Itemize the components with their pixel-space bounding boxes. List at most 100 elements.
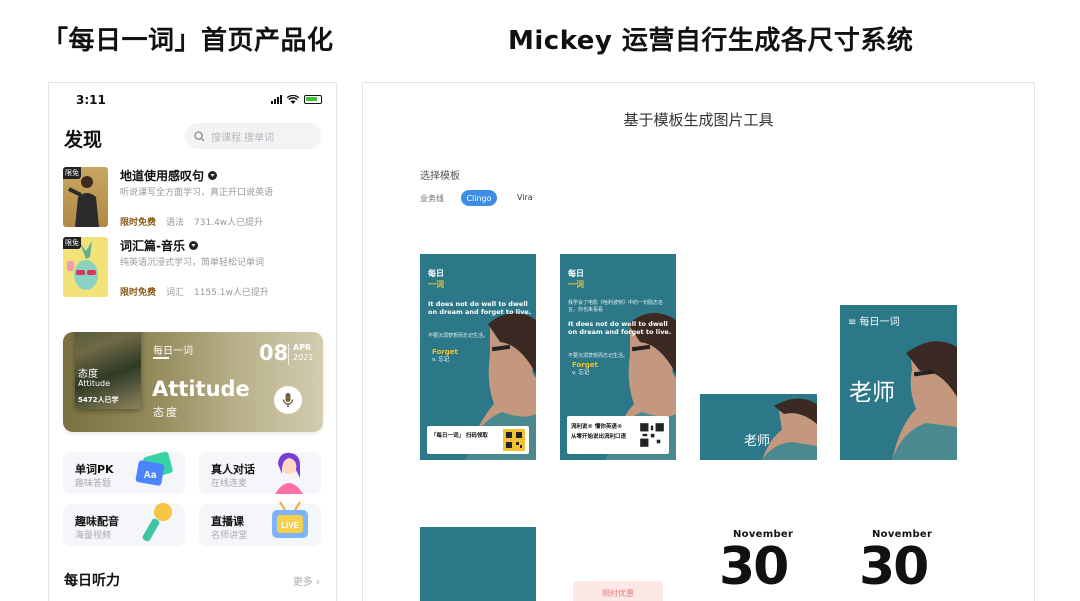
feature-live-class[interactable]: 直播课 名师讲堂 LIVE [199, 501, 321, 546]
search-input[interactable]: 搜课程 搜单词 [185, 123, 321, 149]
free-label: 限时免费 [120, 218, 157, 228]
feature-subtitle: 趣味答题 [75, 479, 112, 489]
date-day: 08 [259, 341, 289, 365]
poster-template-4[interactable]: ≡ 每日一词 老师 [840, 305, 957, 460]
vip-diamond-icon [188, 241, 198, 250]
image-generator-panel: 基于模板生成图片工具 选择模板 业务线 Clingo Vira 每日一词 It … [362, 82, 1035, 601]
section-title: 每日听力 [64, 573, 120, 589]
karaoke-mic-icon [142, 503, 172, 542]
word-pk-icon: Aa [135, 451, 173, 486]
poster-logo: 每日 一词 [568, 268, 584, 290]
feature-real-conversation[interactable]: 真人对话 在线连麦 [199, 452, 321, 494]
search-icon [194, 130, 205, 142]
vip-diamond-icon [208, 171, 218, 180]
course-item[interactable]: 限免 词汇篇-音乐 纯英语沉浸式学习，简单轻松记单词 限时免费 词汇 1155.1w… [63, 237, 325, 299]
poster-word: 老师 [849, 380, 895, 406]
logo-part-a: 每日 [568, 269, 584, 278]
course-item[interactable]: 限免 地道使用感叹句 听说课写全方面学习，真正开口说英语 限时免费 语法 731.4… [63, 167, 325, 229]
left-heading: 「每日一词」首页产品化 [42, 26, 334, 56]
phone-mockup: 3:11 发现 搜课程 搜单词 限免 地道使用感叹句 听说课写全方面学习，真正开… [48, 82, 337, 601]
course-desc: 听说课写全方面学习，真正开口说英语 [120, 188, 274, 198]
word-translation: 态度 [153, 406, 179, 419]
poster-template-1[interactable]: 每日一词 It does not do well to dwell on dre… [420, 254, 536, 460]
qr-code-icon [503, 429, 525, 451]
wifi-icon [287, 95, 299, 104]
feature-word-pk[interactable]: 单词PK 趣味答题 Aa [63, 451, 185, 494]
promo-badge: 限时优惠 [573, 581, 663, 601]
poster-template-2[interactable]: 每日一词 我学会了电影《哈利波特》中的一句励志名言，你也来看看 It does … [560, 254, 676, 460]
mic-button[interactable] [274, 386, 302, 414]
live-icon-text: LIVE [281, 521, 299, 530]
november-day-1: 30 [719, 537, 789, 597]
word-en: Forget [572, 361, 598, 369]
live-tv-icon: LIVE [272, 501, 308, 538]
word-cn: v. 忘记 [572, 369, 590, 376]
tool-title: 基于模板生成图片工具 [623, 111, 774, 129]
logo-part-a: 每日 [428, 269, 444, 278]
feature-title: 单词PK [75, 463, 114, 476]
learner-count: 1155.1w人已提升 [194, 288, 269, 298]
course-tag: 限免 [63, 237, 81, 249]
poster-quote: It does not do well to dwell on dream an… [568, 320, 672, 337]
search-placeholder: 搜课程 搜单词 [211, 132, 275, 144]
status-time: 3:11 [76, 93, 106, 107]
poster-template-3[interactable]: 老师 [700, 394, 817, 460]
status-bar: 3:11 [49, 91, 336, 111]
feature-dubbing[interactable]: 趣味配音 海量视频 [63, 503, 185, 546]
word-cn: v. 忘记 [432, 356, 450, 363]
qr-caption: 「每日一词」 扫码领取 [431, 433, 488, 439]
logo-part-b: 一词 [428, 280, 444, 289]
poster-quote-cn: 不要沉溺梦想而忘记生活。 [568, 353, 629, 359]
battery-icon [304, 95, 322, 104]
poster-logo: 每日 一词 [428, 268, 444, 290]
november-day-2: 30 [859, 537, 929, 597]
feature-subtitle: 在线连麦 [211, 479, 248, 489]
woman-photo-icon [762, 398, 817, 460]
option-clingo[interactable]: Clingo [461, 190, 497, 206]
feature-title: 直播课 [211, 515, 244, 528]
word-image-en: Attitude [78, 379, 111, 388]
learner-count: 731.4w人已提升 [194, 218, 264, 228]
word-image: 态度 Attitude 5472人已学 [75, 332, 141, 409]
biz-line-label: 业务线 [420, 194, 444, 203]
qr-code-icon [639, 422, 665, 448]
course-category: 词汇 [166, 288, 185, 298]
poster-template-5[interactable] [420, 527, 536, 601]
word-image-count: 5472人已学 [78, 396, 119, 404]
course-title: 地道使用感叹句 [120, 169, 205, 183]
qr-line-1: 流利说® 懂你英语® [571, 424, 623, 430]
option-vira[interactable]: Vira [517, 193, 533, 202]
poster-qr-box: 流利说® 懂你英语® 从零开始说出流利口语 [567, 416, 669, 454]
date-month: APR [293, 343, 312, 352]
course-tag: 限免 [63, 167, 81, 179]
feature-subtitle: 海量视频 [75, 531, 112, 541]
poster-quote: It does not do well to dwell on dream an… [428, 300, 532, 317]
poster-qr-box: 「每日一词」 扫码领取 [427, 426, 529, 454]
label-underline [153, 357, 169, 359]
course-thumbnail: 限免 [63, 237, 108, 297]
page-title: 发现 [64, 129, 103, 151]
feature-subtitle: 名师讲堂 [211, 531, 248, 541]
date-divider [288, 344, 289, 365]
microphone-icon [282, 393, 294, 407]
course-thumbnail: 限免 [63, 167, 108, 227]
free-label: 限时免费 [120, 288, 157, 298]
word-text: Attitude [152, 377, 250, 401]
daily-word-card[interactable]: 态度 Attitude 5472人已学 每日一词 Attitude 态度 08 … [63, 332, 323, 432]
logo-part-b: 一词 [568, 280, 584, 289]
template-label: 选择模板 [420, 171, 460, 182]
word-en: Forget [432, 348, 458, 356]
word-card-label: 每日一词 [153, 346, 193, 357]
signal-icon [271, 95, 282, 104]
word-image-cn: 态度 [78, 369, 98, 380]
poster-word: 老师 [744, 434, 771, 449]
feature-title: 趣味配音 [75, 515, 119, 528]
poster-label: ≡ 每日一词 [848, 317, 900, 328]
poster-quote-cn: 不要沉溺梦想而忘记生活。 [428, 333, 489, 339]
pk-icon-text: Aa [144, 470, 157, 481]
qr-line-2: 从零开始说出流利口语 [571, 434, 627, 440]
poster-intro: 我学会了电影《哈利波特》中的一句励志名言，你也来看看 [568, 300, 664, 313]
poster-word: Forget v. 忘记 [432, 348, 458, 363]
date-year: 2021 [293, 353, 314, 362]
more-link[interactable]: 更多 › [293, 573, 320, 588]
